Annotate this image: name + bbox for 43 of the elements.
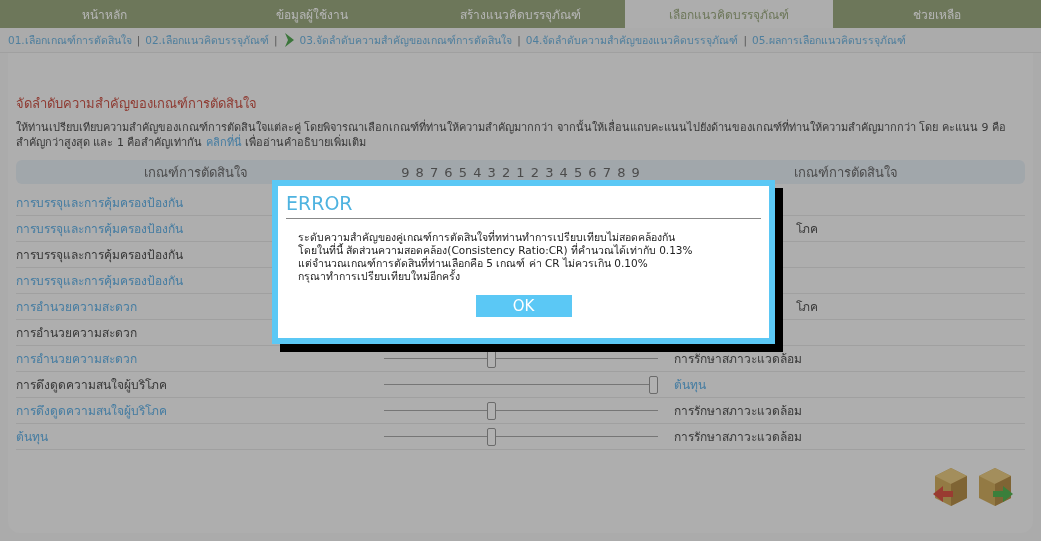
ok-button[interactable]: OK [475, 295, 572, 317]
criterion-label: การอำนวยความสะดวก [16, 352, 137, 366]
step-link[interactable]: 02.เลือกแนวคิดบรรจุภัณฑ์ [145, 31, 269, 49]
criterion-label: การบรรจุและการคุ้มครองป้องกัน [16, 222, 183, 236]
step-link[interactable]: 05.ผลการเลือกแนวคิดบรรจุภัณฑ์ [752, 31, 906, 49]
column-header: เกณฑ์การตัดสินใจ [144, 163, 248, 182]
criterion-label: การบรรจุและการคุ้มครองป้องกัน [16, 274, 183, 288]
instructions-text: ให้ท่านเปรียบเทียบความสำคัญของเกณฑ์การตัดสินใจแต่ละคู่ โดยพิจารณาเลือกเกณฑ์ที่ท่านให้ความสำคัญมากกว่า จากนั้นให้เลื่อนแถบคะแนนไปยังด้านของเกณฑ์ที่ท่านให้ความสำคัญมากกว่า โดย คะแนน 9 คือสำคัญกว่าสูงสุด และ 1 คือสำคัญเท่ากัน คลิกที่นี่ เพื่ออ่านคำอธิบายเพิ่มเติม [16, 120, 1007, 150]
criterion-label: การดึงดูดความสนใจผู้บริโภค [16, 378, 167, 392]
criterion-label: การดึงดูดความสนใจผู้บริโภค [16, 404, 167, 418]
criterion-label: การบรรจุและการคุ้มครองป้องกัน [16, 248, 183, 262]
nav-tab[interactable]: ข้อมูลผู้ใช้งาน [208, 0, 417, 28]
separator: | [743, 34, 747, 46]
criterion-label: โภค [796, 300, 818, 314]
criterion-label: การบรรจุและการคุ้มครองป้องกัน [16, 196, 183, 210]
nav-tab[interactable]: หน้าหลัก [0, 0, 209, 28]
nav-tab[interactable]: ช่วยเหลือ [832, 0, 1041, 28]
criterion-label: ต้นทุน [674, 378, 706, 392]
error-message: ระดับความสำคัญของคู่เกณฑ์การตัดสินใจที่ทท่านทำการเปรียบเทียบไม่สอดคล้องกัน โดยในที่นี้ สัดส่วนความสอดคล้อง(Consistency Ratio:CR) ที่คำนวณได้เท่ากับ 0.13% แต่จำนวณเกณฑ์การตัดสินที่ท่านเลือกคือ 5 เกณฑ์ ค่า CR ไม่ควรเกิน 0.10% กรุณาทำการเปรียบเทียบใหม่อีกครั้ง [297, 229, 694, 283]
criterion-label: โภค [796, 222, 818, 236]
criterion-label: การรักษาสภาวะแวดล้อม [674, 404, 802, 418]
slider-thumb[interactable] [649, 375, 658, 394]
help-link[interactable]: คลิกที่นี่ [206, 136, 242, 149]
column-header: เกณฑ์การตัดสินใจ [793, 163, 898, 182]
criterion-label: การอำนวยความสะดวก [16, 326, 137, 340]
step-link[interactable]: 01.เลือกเกณฑ์การตัดสินใจ [8, 31, 132, 49]
scale-header: 9 8 7 6 5 4 3 2 1 2 3 4 5 6 7 8 9 [401, 164, 641, 180]
nav-tab[interactable]: เลือกแนวคิดบรรจุภัณฑ์ [624, 0, 833, 28]
criterion-label: ต้นทุน [16, 430, 48, 444]
dialog-title: ERROR [286, 192, 761, 219]
step-link[interactable]: 04.จัดลำดับความสำคัญของแนวคิดบรรจุภัณฑ์ [525, 31, 739, 49]
slider-track[interactable] [384, 375, 658, 394]
criterion-label: การอำนวยความสะดวก [16, 300, 137, 314]
step-link[interactable]: 03.จัดลำดับความสำคัญของเกณฑ์การตัดสินใจ [299, 31, 513, 49]
section-heading: จัดลำดับความสำคัญของเกณฑ์การตัดสินใจ [16, 95, 258, 113]
criterion-label: การรักษาสภาวะแวดล้อม [674, 352, 802, 366]
separator: | [273, 34, 278, 46]
separator: | [136, 34, 141, 46]
separator: | [517, 34, 521, 46]
nav-tab[interactable]: สร้างแนวคิดบรรจุภัณฑ์ [416, 0, 625, 28]
criterion-label: การรักษาสภาวะแวดล้อม [674, 430, 802, 444]
slider-thumb[interactable] [487, 427, 497, 446]
slider-thumb[interactable] [487, 401, 497, 420]
